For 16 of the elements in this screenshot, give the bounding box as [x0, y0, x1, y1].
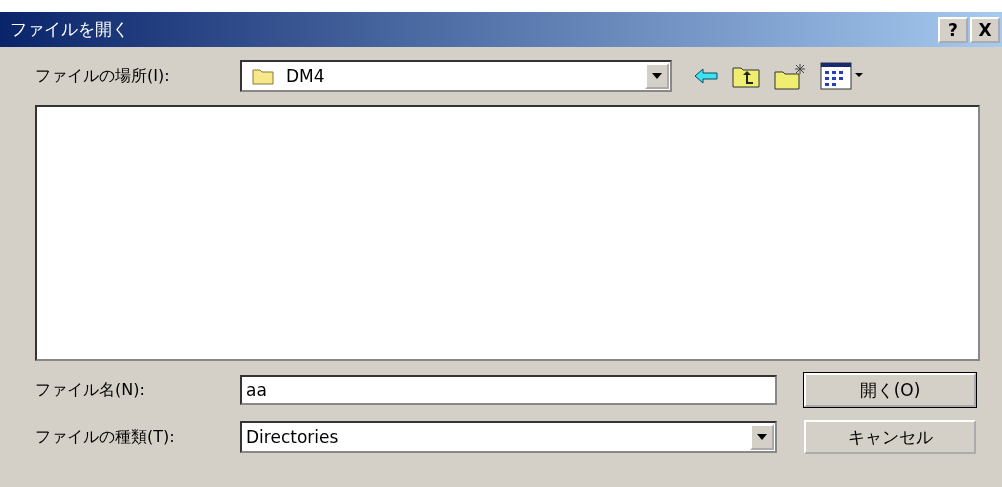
close-button[interactable]: X [970, 16, 1000, 43]
open-button[interactable]: 開く(O) [804, 373, 976, 407]
window-title: ファイルを開く [10, 18, 129, 41]
file-name-field[interactable]: aa [240, 375, 777, 405]
file-name-label: ファイル名(N): [35, 379, 146, 401]
cancel-button[interactable]: キャンセル [804, 420, 976, 454]
location-label: ファイルの場所(I): [35, 65, 171, 87]
file-type-label: ファイルの種類(T): [35, 426, 176, 448]
file-type-dropdown[interactable]: Directories [240, 421, 777, 453]
folder-icon [252, 67, 274, 85]
view-menu-icon[interactable] [820, 62, 864, 90]
location-dropdown[interactable]: DM4 [240, 60, 672, 92]
new-folder-icon[interactable] [774, 62, 806, 90]
back-arrow-icon[interactable] [694, 68, 718, 84]
help-button[interactable]: ? [938, 16, 968, 43]
up-folder-icon[interactable] [732, 64, 760, 88]
